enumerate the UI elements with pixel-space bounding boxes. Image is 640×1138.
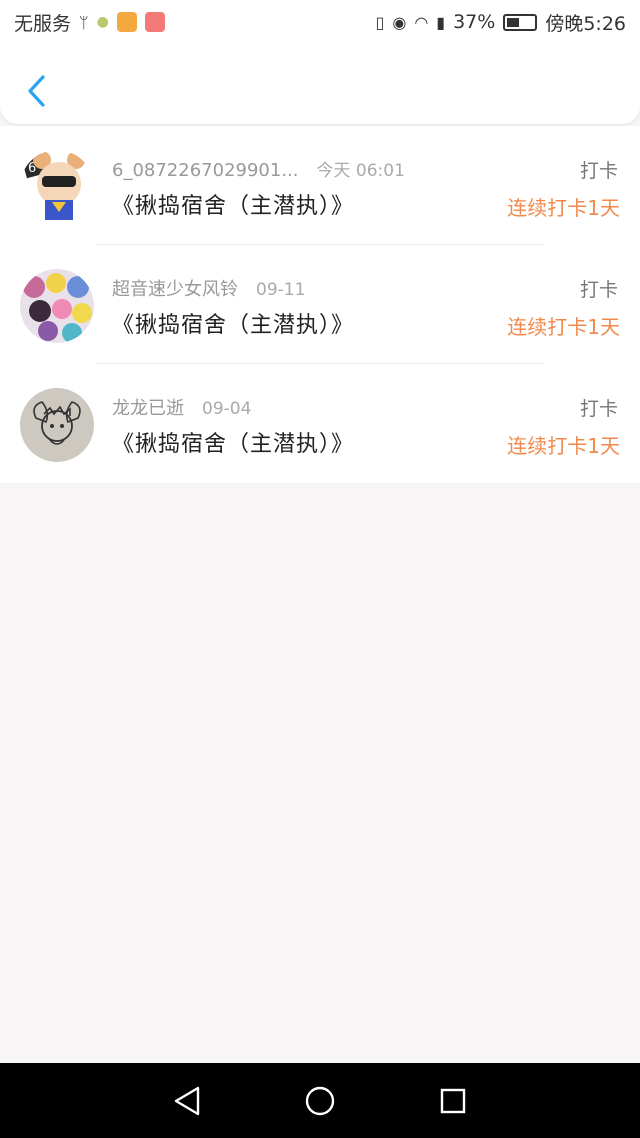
streak-label: 连续打卡1天 — [507, 196, 620, 220]
status-bar: 无服务 ᛘ ● ▯ ◉ ◠ ▮ 37% 傍晚5:26 — [0, 0, 640, 44]
video-app-icon — [116, 12, 137, 32]
user-name[interactable]: 6_0872267029901... — [112, 160, 299, 181]
checkin-type: 打卡 — [579, 160, 618, 182]
square-recent-icon — [441, 1088, 466, 1113]
checkin-time: 09-11 — [256, 280, 306, 300]
eye-icon: ◉ — [392, 12, 407, 32]
battery-icon — [503, 13, 538, 31]
back-button[interactable] — [20, 72, 52, 110]
checkin-list: 6 6_0872267029901... 今天 06:01 《揪捣宿舍（主潜执）… — [0, 126, 640, 483]
nav-recent-button[interactable] — [433, 1081, 473, 1121]
notification-icon: ● — [96, 14, 109, 30]
checkin-time: 今天 06:01 — [316, 161, 405, 181]
vibrate-icon: ▯ — [375, 12, 385, 32]
wifi-icon: ◠ — [414, 12, 429, 32]
carrier-label: 无服务 — [14, 12, 72, 35]
nav-home-button[interactable] — [300, 1081, 340, 1121]
nav-back-button[interactable] — [167, 1081, 207, 1121]
list-item[interactable]: 超音速少女风铃 09-11 《揪捣宿舍（主潜执）》 打卡 连续打卡1天 — [0, 245, 640, 364]
avatar — [20, 269, 94, 343]
triangle-back-icon — [174, 1086, 199, 1115]
shop-app-icon — [144, 12, 165, 32]
avatar — [20, 388, 94, 462]
chevron-left-icon — [28, 75, 45, 107]
checkin-type: 打卡 — [579, 279, 618, 301]
alert-icon: ▮ — [436, 12, 446, 32]
checkin-type: 打卡 — [579, 398, 618, 420]
checkin-title[interactable]: 《揪捣宿舍（主潜执）》 — [112, 426, 354, 458]
list-item[interactable]: 龙龙已逝 09-04 《揪捣宿舍（主潜执）》 打卡 连续打卡1天 — [0, 364, 640, 483]
list-item[interactable]: 6 6_0872267029901... 今天 06:01 《揪捣宿舍（主潜执）… — [0, 126, 640, 245]
user-name[interactable]: 龙龙已逝 — [112, 394, 184, 420]
streak-label: 连续打卡1天 — [507, 315, 620, 339]
header-card: 无服务 ᛘ ● ▯ ◉ ◠ ▮ 37% 傍晚5:26 — [0, 0, 640, 124]
battery-percent: 37% — [453, 11, 496, 33]
checkin-title[interactable]: 《揪捣宿舍（主潜执）》 — [112, 188, 354, 220]
user-name[interactable]: 超音速少女风铃 — [112, 275, 238, 301]
circle-home-icon — [305, 1086, 335, 1115]
clock: 傍晚5:26 — [545, 12, 626, 35]
avatar: 6 — [20, 150, 94, 224]
checkin-time: 09-04 — [202, 399, 252, 419]
streak-label: 连续打卡1天 — [507, 434, 620, 458]
signal-icon: ᛘ — [79, 12, 89, 32]
system-nav-bar — [0, 1063, 640, 1138]
checkin-title[interactable]: 《揪捣宿舍（主潜执）》 — [112, 307, 354, 339]
